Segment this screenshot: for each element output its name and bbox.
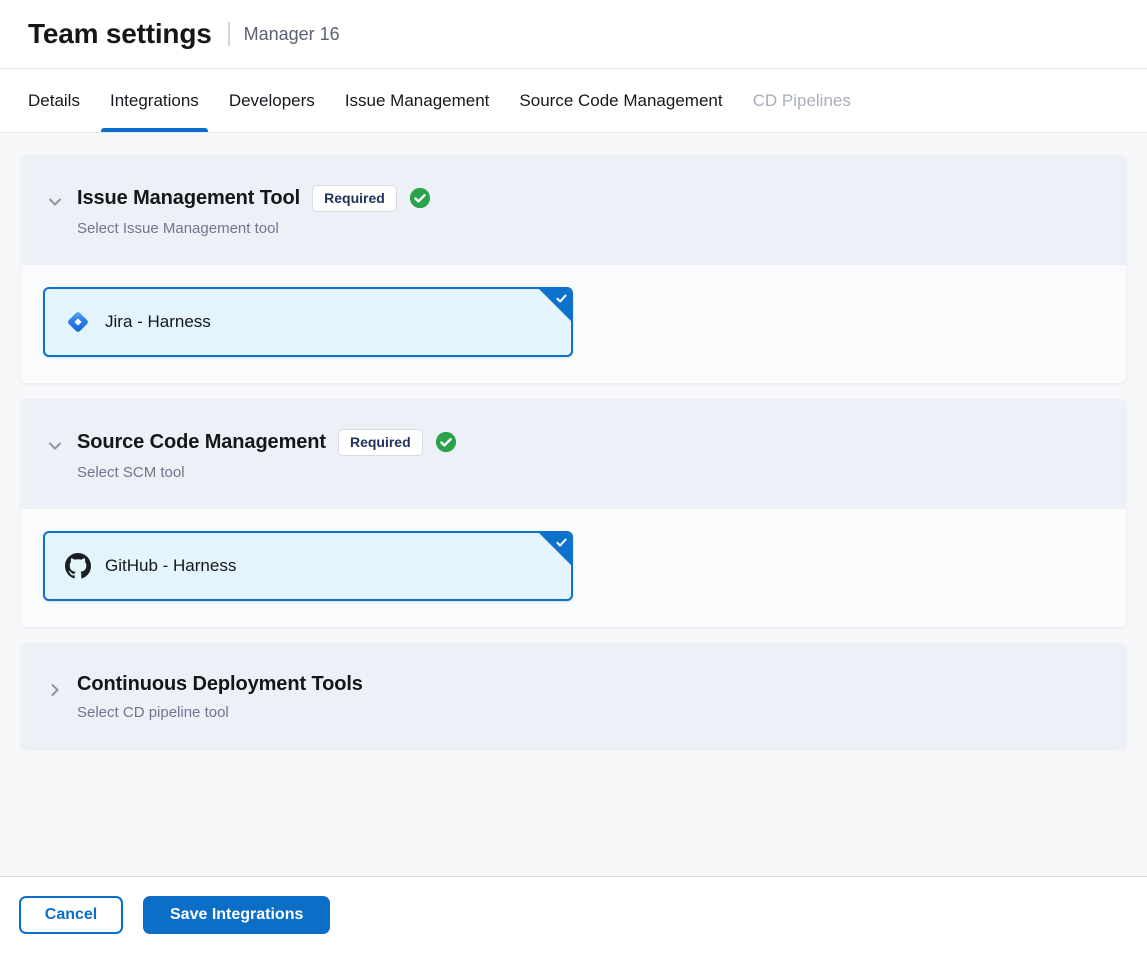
tab-issue-management[interactable]: Issue Management — [345, 69, 490, 132]
section-subtitle: Select SCM tool — [77, 464, 457, 481]
page-header: Team settings Manager 16 — [0, 0, 1147, 69]
section-cd-header[interactable]: Continuous Deployment Tools Select CD pi… — [21, 643, 1126, 749]
section-continuous-deployment-tools: Continuous Deployment Tools Select CD pi… — [21, 643, 1126, 749]
title-divider — [228, 22, 230, 46]
section-issue-management-tool: Issue Management Tool Required Select Is… — [21, 155, 1126, 383]
section-scm-body: GitHub - Harness — [21, 509, 1126, 627]
jira-icon — [65, 309, 91, 335]
integrations-content: Issue Management Tool Required Select Is… — [0, 133, 1147, 876]
section-scm-header[interactable]: Source Code Management Required Select S… — [21, 399, 1126, 509]
section-title: Issue Management Tool — [77, 187, 300, 210]
page-title: Team settings — [28, 18, 212, 50]
tool-card-github-harness[interactable]: GitHub - Harness — [43, 531, 573, 601]
tool-card-label: GitHub - Harness — [105, 556, 236, 576]
chevron-down-icon[interactable] — [45, 436, 65, 456]
section-title: Continuous Deployment Tools — [77, 673, 363, 696]
github-icon — [65, 553, 91, 579]
cancel-button[interactable]: Cancel — [19, 896, 123, 934]
section-subtitle: Select CD pipeline tool — [77, 704, 363, 721]
required-badge: Required — [312, 185, 397, 212]
team-name-label: Manager 16 — [244, 24, 340, 45]
save-integrations-button[interactable]: Save Integrations — [143, 896, 330, 934]
selected-check-icon — [555, 536, 568, 549]
section-title: Source Code Management — [77, 431, 326, 454]
tab-source-code-management[interactable]: Source Code Management — [519, 69, 722, 132]
tool-card-jira-harness[interactable]: Jira - Harness — [43, 287, 573, 357]
required-badge: Required — [338, 429, 423, 456]
chevron-down-icon[interactable] — [45, 192, 65, 212]
section-issue-management-header[interactable]: Issue Management Tool Required Select Is… — [21, 155, 1126, 265]
tab-integrations[interactable]: Integrations — [110, 69, 199, 132]
footer-actions: Cancel Save Integrations — [0, 876, 1147, 953]
tool-card-label: Jira - Harness — [105, 312, 211, 332]
tab-details[interactable]: Details — [28, 69, 80, 132]
section-source-code-management: Source Code Management Required Select S… — [21, 399, 1126, 627]
selected-check-icon — [555, 292, 568, 305]
check-circle-icon — [409, 187, 431, 209]
section-issue-management-body: Jira - Harness — [21, 265, 1126, 383]
tab-developers[interactable]: Developers — [229, 69, 315, 132]
check-circle-icon — [435, 431, 457, 453]
section-subtitle: Select Issue Management tool — [77, 220, 431, 237]
tab-cd-pipelines: CD Pipelines — [753, 69, 851, 132]
chevron-right-icon[interactable] — [45, 680, 65, 700]
settings-tabbar: Details Integrations Developers Issue Ma… — [0, 69, 1147, 133]
